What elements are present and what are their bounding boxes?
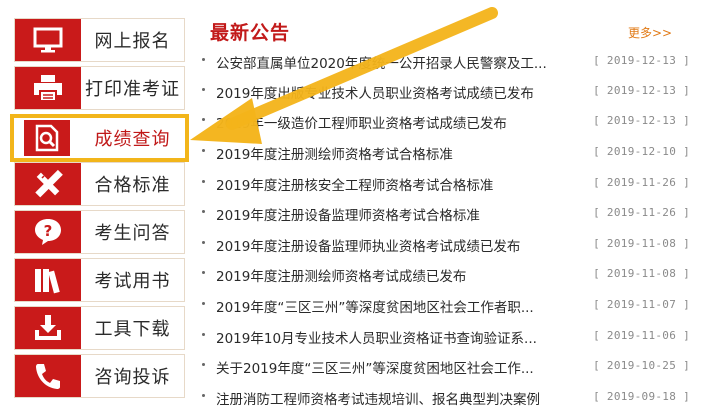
sidebar-item-exam-books[interactable]: 考试用书 <box>14 258 185 302</box>
news-date: [ 2019-11-08 ] <box>593 237 690 250</box>
news-date: [ 2019-12-13 ] <box>593 84 690 97</box>
list-item[interactable]: 2019年度注册设备监理师执业资格考试成绩已发布 [ 2019-11-08 ] <box>202 231 690 261</box>
news-title[interactable]: 公安部直属单位2020年度统一公开招录人民警察及工... <box>216 52 547 72</box>
news-title[interactable]: 2019年一级造价工程师职业资格考试成绩已发布 <box>216 112 507 132</box>
phone-icon <box>15 355 81 397</box>
list-item[interactable]: 2019年一级造价工程师职业资格考试成绩已发布 [ 2019-12-13 ] <box>202 108 690 138</box>
news-title[interactable]: 2019年度注册核安全工程师资格考试合格标准 <box>216 174 493 194</box>
bullet-icon <box>202 271 205 274</box>
list-item[interactable]: 2019年度注册测绘师资格考试成绩已发布 [ 2019-11-08 ] <box>202 261 690 291</box>
news-date: [ 2019-09-18 ] <box>593 390 690 403</box>
news-date: [ 2019-12-13 ] <box>593 114 690 127</box>
search-document-icon <box>14 118 80 158</box>
news-date: [ 2019-11-06 ] <box>593 329 690 342</box>
bullet-icon <box>202 149 205 152</box>
sidebar-item-print-admission-ticket[interactable]: 打印准考证 <box>14 66 185 110</box>
news-date: [ 2019-11-26 ] <box>593 206 690 219</box>
list-item[interactable]: 关于2019年度“三区三州”等深度贫困地区社会工作... [ 2019-10-2… <box>202 353 690 383</box>
news-title[interactable]: 2019年度注册设备监理师执业资格考试成绩已发布 <box>216 235 520 255</box>
more-link[interactable]: 更多>> <box>628 24 672 41</box>
bullet-icon <box>202 180 205 183</box>
sidebar-item-candidate-qa[interactable]: ? 考生问答 <box>14 210 185 254</box>
news-date: [ 2019-11-08 ] <box>593 267 690 280</box>
news-title[interactable]: 关于2019年度“三区三州”等深度贫困地区社会工作... <box>216 357 534 377</box>
news-date: [ 2019-11-26 ] <box>593 176 690 189</box>
download-tray-icon <box>15 307 81 349</box>
ruler-pencil-icon <box>15 163 81 205</box>
sidebar-item-label: 咨询投诉 <box>94 367 171 388</box>
news-date: [ 2019-12-10 ] <box>593 145 690 158</box>
bullet-icon <box>202 394 205 397</box>
list-item[interactable]: 2019年度注册核安全工程师资格考试合格标准 [ 2019-11-26 ] <box>202 170 690 200</box>
bullet-icon <box>202 363 205 366</box>
list-item[interactable]: 2019年度“三区三州”等深度贫困地区社会工作者职... [ 2019-11-0… <box>202 292 690 322</box>
sidebar-item-tool-download[interactable]: 工具下载 <box>14 306 185 350</box>
news-date: [ 2019-10-25 ] <box>593 359 690 372</box>
news-date: [ 2019-12-13 ] <box>593 54 690 67</box>
bullet-icon <box>202 241 205 244</box>
sidebar-item-online-registration[interactable]: 网上报名 <box>14 18 185 62</box>
news-title[interactable]: 2019年度注册设备监理师资格考试合格标准 <box>216 204 480 224</box>
bullet-icon <box>202 118 205 121</box>
svg-text:?: ? <box>44 222 53 240</box>
news-date: [ 2019-11-07 ] <box>593 298 690 311</box>
books-icon <box>15 259 81 301</box>
list-item[interactable]: 注册消防工程师资格考试违规培训、报名典型判决案例 [ 2019-09-18 ] <box>202 384 690 414</box>
news-title[interactable]: 2019年度出版专业技术人员职业资格考试成绩已发布 <box>216 82 534 102</box>
sidebar-item-qualification-standard[interactable]: 合格标准 <box>14 162 185 206</box>
bullet-icon <box>202 88 205 91</box>
news-title[interactable]: 2019年度注册测绘师资格考试成绩已发布 <box>216 265 466 285</box>
bullet-icon <box>202 302 205 305</box>
page-title: 最新公告 <box>210 22 291 44</box>
sidebar-item-label: 工具下载 <box>94 319 171 340</box>
news-title[interactable]: 2019年度“三区三州”等深度贫困地区社会工作者职... <box>216 296 534 316</box>
bullet-icon <box>202 58 205 61</box>
list-item[interactable]: 2019年度注册设备监理师资格考试合格标准 [ 2019-11-26 ] <box>202 200 690 230</box>
sidebar-item-label: 打印准考证 <box>85 79 180 100</box>
question-bubble-icon: ? <box>15 211 81 253</box>
list-item[interactable]: 2019年10月专业技术人员职业资格证书查询验证系... [ 2019-11-0… <box>202 323 690 353</box>
sidebar-item-label: 合格标准 <box>94 175 171 196</box>
list-item[interactable]: 公安部直属单位2020年度统一公开招录人民警察及工... [ 2019-12-1… <box>202 48 690 78</box>
sidebar-item-score-query[interactable]: 成绩查询 <box>10 114 189 162</box>
list-item[interactable]: 2019年度出版专业技术人员职业资格考试成绩已发布 [ 2019-12-13 ] <box>202 78 690 108</box>
bullet-icon <box>202 333 205 336</box>
monitor-icon <box>15 19 81 61</box>
printer-icon <box>15 67 81 109</box>
bullet-icon <box>202 210 205 213</box>
sidebar-item-label: 考试用书 <box>94 271 171 292</box>
sidebar-item-consult-complaint[interactable]: 咨询投诉 <box>14 354 185 398</box>
sidebar-item-label: 网上报名 <box>94 31 171 52</box>
news-title[interactable]: 2019年度注册测绘师资格考试合格标准 <box>216 143 453 163</box>
list-item[interactable]: 2019年度注册测绘师资格考试合格标准 [ 2019-12-10 ] <box>202 139 690 169</box>
news-title[interactable]: 注册消防工程师资格考试违规培训、报名典型判决案例 <box>216 388 540 408</box>
sidebar-item-label: 成绩查询 <box>94 129 171 150</box>
sidebar-item-label: 考生问答 <box>94 223 171 244</box>
news-title[interactable]: 2019年10月专业技术人员职业资格证书查询验证系... <box>216 327 537 347</box>
